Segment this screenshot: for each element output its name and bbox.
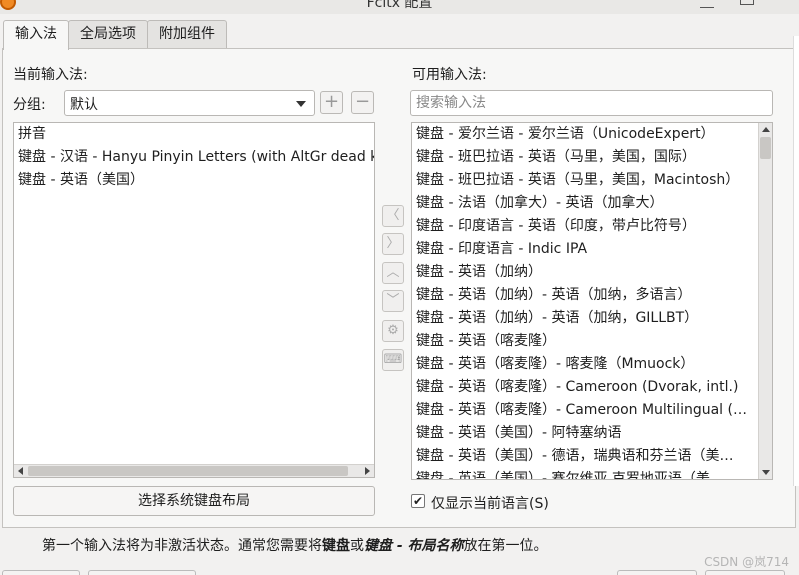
move-up-icon[interactable]: ︿	[382, 262, 404, 284]
dropdown-arrow-icon	[296, 101, 306, 107]
select-keyboard-layout-button[interactable]: 选择系统键盘布局	[13, 486, 375, 516]
keyboard-icon[interactable]: ⌨	[382, 349, 404, 371]
list-item[interactable]: 键盘 - 英语（加纳）	[412, 261, 772, 284]
list-item[interactable]: 键盘 - 英语（美国）- 德语，瑞典语和芬兰语（美…	[412, 445, 772, 468]
right-edge-panel	[793, 36, 799, 486]
vertical-scrollbar[interactable]	[758, 123, 772, 479]
list-item[interactable]: 键盘 - 英语（美国）- 阿特塞纳语	[412, 422, 772, 445]
list-item[interactable]: 键盘 - 英语（喀麦隆）- 喀麦隆（Mmuock）	[412, 353, 772, 376]
hint-text: 第一个输入法将为非激活状态。通常您需要将键盘或键盘 - 布局名称放在第一位。	[42, 535, 548, 555]
list-item[interactable]: 键盘 - 汉语 - Hanyu Pinyin Letters (with Alt…	[14, 146, 374, 169]
list-item[interactable]: 键盘 - 班巴拉语 - 英语（马里，美国，Macintosh）	[412, 169, 772, 192]
move-down-icon[interactable]: ﹀	[382, 290, 404, 312]
only-current-language-checkbox[interactable]: ✔	[411, 494, 425, 508]
list-item[interactable]: 键盘 - 印度语言 - 英语（印度，带卢比符号）	[412, 215, 772, 238]
list-item[interactable]: 键盘 - 英语（喀麦隆）- Cameroon Multilingual (…	[412, 399, 772, 422]
list-item[interactable]: 键盘 - 班巴拉语 - 英语（马里，美国，国际）	[412, 146, 772, 169]
list-item[interactable]: 键盘 - 英语（美国）- 赛尔维亚 克罗地亚语（美…	[412, 468, 772, 479]
remove-group-button[interactable]: −	[351, 91, 374, 114]
current-im-heading: 当前输入法:	[13, 67, 88, 83]
list-item[interactable]: 键盘 - 英语（喀麦隆）- Cameroon (Dvorak, intl.)	[412, 376, 772, 399]
hint-part-3: 放在第一位。	[463, 538, 548, 554]
hint-part-2: 或	[350, 538, 364, 554]
move-left-icon[interactable]: 〈	[382, 205, 404, 227]
list-item[interactable]: 键盘 - 英语（加纳）- 英语（加纳，多语言）	[412, 284, 772, 307]
scrollbar-thumb[interactable]	[28, 466, 348, 476]
bottom-button-stub	[705, 570, 785, 575]
scroll-down-icon[interactable]	[762, 470, 770, 475]
tab-global-options[interactable]: 全局选项	[68, 20, 148, 48]
group-label: 分组:	[13, 97, 46, 113]
tab-input-method[interactable]: 输入法	[3, 20, 69, 50]
list-item[interactable]: 键盘 - 英语（美国）	[14, 169, 374, 192]
current-im-list[interactable]: 拼音 键盘 - 汉语 - Hanyu Pinyin Letters (with …	[13, 122, 375, 478]
list-item[interactable]: 键盘 - 爱尔兰语 - 爱尔兰语（UnicodeExpert）	[412, 123, 772, 146]
list-item[interactable]: 键盘 - 英语（加纳）- 英语（加纳，GILLBT）	[412, 307, 772, 330]
scroll-up-icon[interactable]	[762, 127, 770, 132]
maximize-icon[interactable]	[740, 0, 754, 5]
hint-bold-keyboard: 键盘	[322, 538, 350, 554]
bottom-button-stub	[617, 570, 697, 575]
scroll-left-icon[interactable]	[18, 467, 23, 475]
scrollbar-thumb[interactable]	[760, 137, 771, 159]
available-im-list[interactable]: 键盘 - 爱尔兰语 - 爱尔兰语（UnicodeExpert） 键盘 - 班巴拉…	[411, 122, 773, 480]
search-input[interactable]: 搜索输入法	[410, 90, 773, 116]
scroll-right-icon[interactable]	[365, 467, 370, 475]
window-titlebar: Fcitx 配置	[0, 0, 799, 14]
add-group-button[interactable]: +	[320, 91, 343, 114]
hint-part-1: 第一个输入法将为非激活状态。通常您需要将	[42, 538, 322, 554]
tab-addons[interactable]: 附加组件	[147, 20, 227, 48]
minimize-icon[interactable]	[700, 0, 714, 8]
group-select[interactable]: 默认	[64, 90, 315, 116]
list-item[interactable]: 键盘 - 印度语言 - Indic IPA	[412, 238, 772, 261]
hint-bold-layout-name: 键盘 - 布局名称	[364, 538, 464, 554]
list-item[interactable]: 拼音	[14, 123, 374, 146]
tab-bar: 输入法 全局选项 附加组件	[3, 20, 227, 50]
watermark: CSDN @岚714	[704, 555, 789, 569]
group-select-value: 默认	[70, 97, 98, 113]
window-title: Fcitx 配置	[366, 0, 433, 11]
list-item[interactable]: 键盘 - 英语（喀麦隆）	[412, 330, 772, 353]
move-right-icon[interactable]: 〉	[382, 233, 404, 255]
horizontal-scrollbar[interactable]	[14, 464, 374, 477]
bottom-button-stub	[88, 570, 196, 575]
bottom-button-stub	[2, 570, 80, 575]
list-item[interactable]: 键盘 - 法语（加拿大）- 英语（加拿大）	[412, 192, 772, 215]
only-current-language-label[interactable]: 仅显示当前语言(S)	[431, 493, 549, 513]
configure-gear-icon[interactable]: ⚙	[382, 320, 404, 342]
available-im-heading: 可用输入法:	[412, 67, 487, 83]
